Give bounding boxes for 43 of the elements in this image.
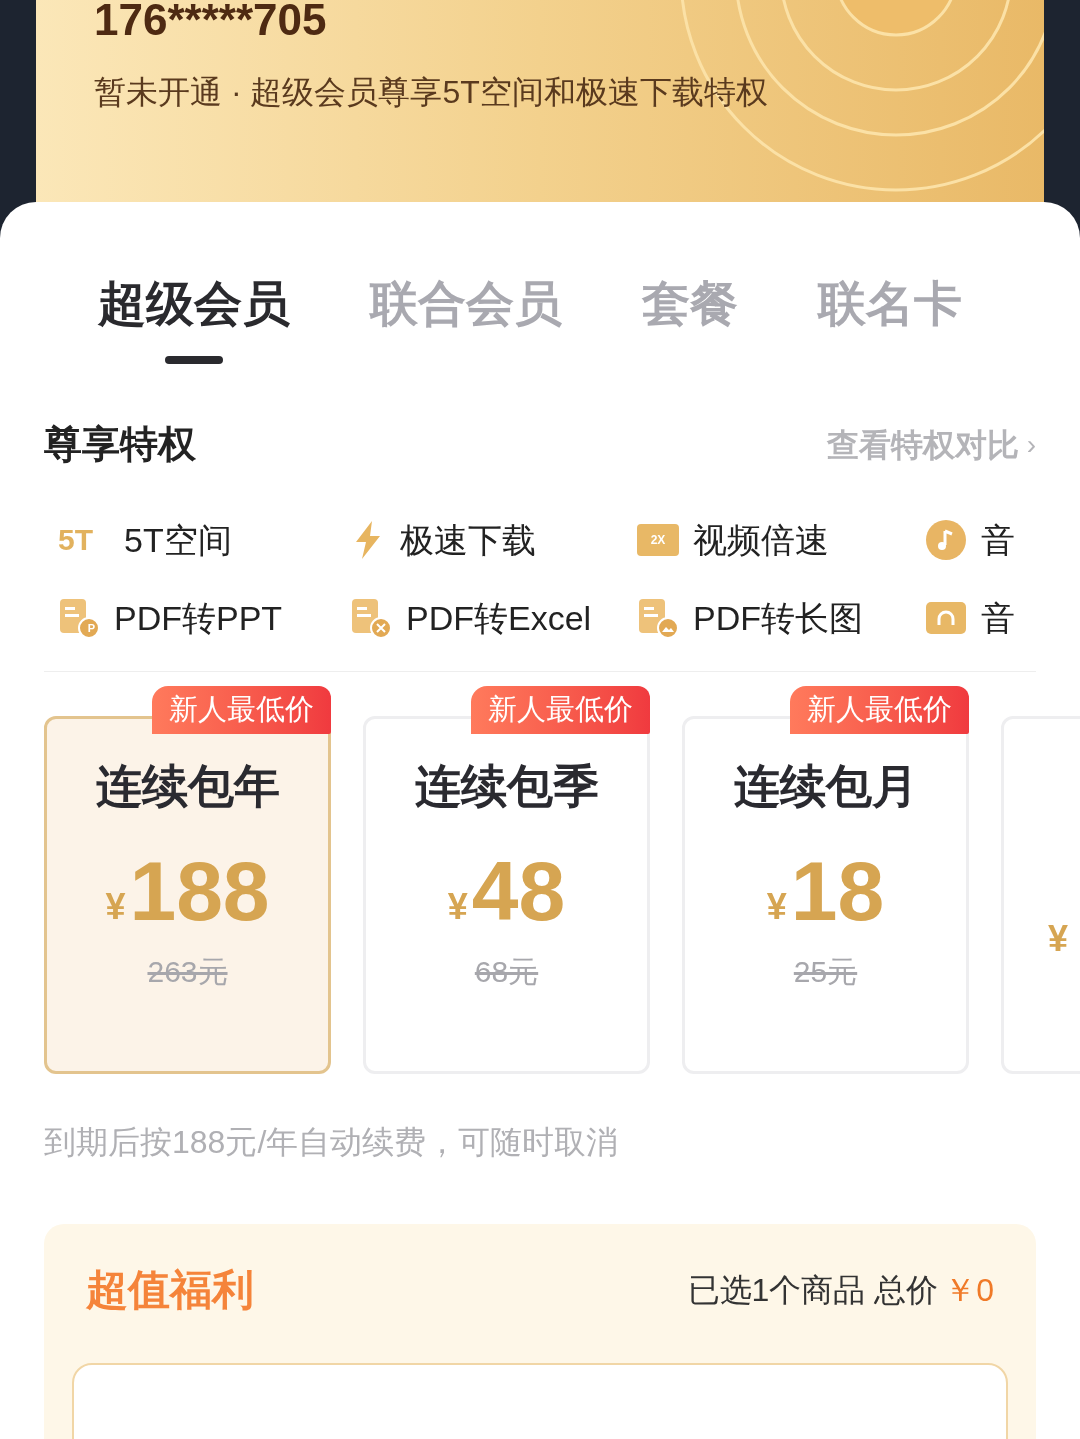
perk-label: 视频倍速: [693, 519, 829, 561]
discount-badge: 新人最低价: [152, 686, 331, 734]
plan-title: 连续包季: [414, 763, 599, 809]
plan-price: 48: [471, 849, 566, 933]
membership-status: 暂未开通 · 超级会员尊享5T空间和极速下载特权: [94, 73, 769, 112]
storage-text-icon: 5T: [58, 525, 110, 555]
original-price: 263元: [147, 954, 228, 990]
plan-price: 18: [790, 849, 885, 933]
benefits-title: 超值福利: [86, 1265, 254, 1315]
perk-label: PDF转PPT: [114, 597, 283, 639]
currency-symbol: ¥: [1048, 921, 1069, 957]
currency-symbol: ¥: [766, 889, 787, 925]
plan-price: 188: [129, 849, 270, 933]
perk-label: PDF转Excel: [406, 597, 592, 639]
document-icon: [350, 597, 392, 639]
perk-label: 音: [981, 597, 1015, 639]
currency-symbol: ¥: [447, 889, 468, 925]
currency-symbol: ¥: [105, 889, 126, 925]
section-title: 尊享特权: [44, 422, 196, 467]
discount-badge: 新人最低价: [471, 686, 650, 734]
total-price: ￥0: [944, 1270, 994, 1310]
plan-card[interactable]: ¥: [1001, 716, 1080, 1074]
film-icon: 2X: [637, 524, 679, 556]
original-price: 68元: [474, 954, 539, 990]
perk-label: 音: [981, 519, 1015, 561]
discount-badge: 新人最低价: [790, 686, 969, 734]
tab[interactable]: 联名卡: [818, 280, 962, 364]
document-icon: [637, 597, 679, 639]
tab[interactable]: 联合会员: [370, 280, 562, 364]
original-price: 25元: [793, 954, 858, 990]
compare-link[interactable]: 查看特权对比 ›: [826, 420, 1036, 469]
renewal-note: 到期后按188元/年自动续费，可随时取消: [44, 1123, 620, 1162]
tab[interactable]: 套餐: [642, 280, 738, 364]
perk-label: 极速下载: [400, 519, 536, 561]
phone-number: 176*****705: [94, 0, 328, 42]
perk-label: PDF转长图: [693, 597, 863, 639]
selection-summary: 已选1个商品 总价: [687, 1270, 939, 1310]
perk-label: 5T空间: [124, 519, 232, 561]
plan-title: 连续包年: [95, 763, 280, 809]
tab[interactable]: 超级会员: [98, 280, 290, 364]
plan-title: 连续包月: [733, 763, 918, 809]
headphones-icon: [925, 601, 967, 635]
music-note-icon: [925, 519, 967, 561]
